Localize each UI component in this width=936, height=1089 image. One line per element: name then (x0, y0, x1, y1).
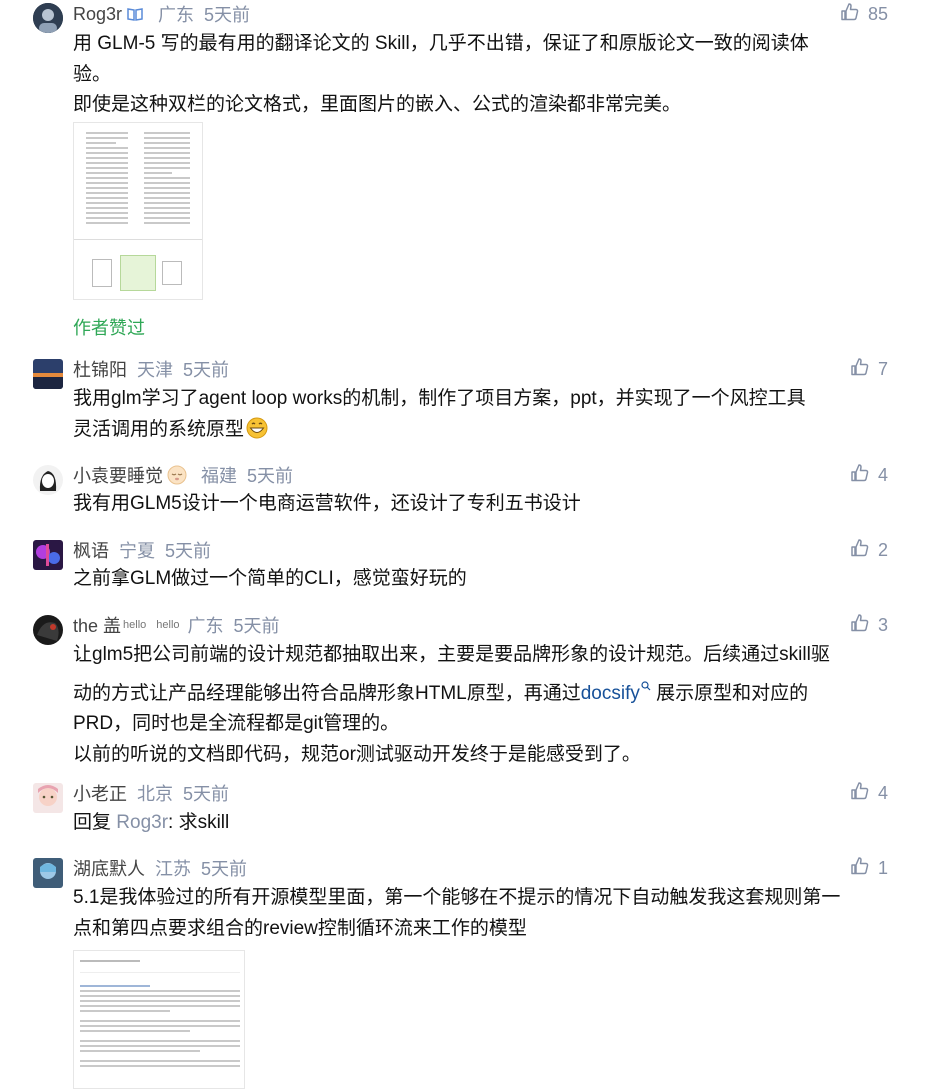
location: 江苏 (155, 859, 191, 879)
avatar[interactable] (33, 858, 63, 888)
like-count: 2 (877, 539, 888, 560)
reply-prefix: 回复 (73, 812, 117, 833)
docsify-link[interactable]: docsify (581, 683, 640, 704)
author-name[interactable]: 小老正 (73, 780, 127, 806)
like-button[interactable]: 4 (850, 779, 888, 807)
comment-line: 验。 (73, 63, 112, 85)
like-count: 3 (877, 614, 888, 635)
attached-image-document[interactable] (73, 950, 245, 1089)
reply-to-user[interactable]: Rog3r (116, 812, 168, 833)
author-name[interactable]: 湖底默人 (73, 855, 145, 881)
comment-line: 让glm5把公司前端的设计规范都抽取出来，主要是要品牌形象的设计规范。后续通过s… (73, 644, 830, 665)
location: 天津 (137, 360, 173, 380)
thumbs-up-icon (850, 781, 878, 806)
avatar[interactable] (33, 615, 63, 645)
comment-line: 以前的听说的文档即代码，规范or测试驱动开发终于是能感受到了。 (73, 743, 641, 765)
comment-text: 回复 Rog3r: 求skill (73, 808, 893, 839)
timestamp: 5天前 (183, 360, 230, 380)
search-icon (641, 671, 651, 702)
location: 广东 (187, 616, 224, 636)
location: 广东 (158, 5, 195, 25)
timestamp: 5天前 (183, 784, 230, 804)
location: 宁夏 (119, 541, 155, 561)
author-name[interactable]: the 盖 (73, 612, 121, 638)
comment-line: 即使是这种双栏的论文格式，里面图片的嵌入、公式的渲染都非常完美。 (73, 94, 682, 115)
comment-text: 之前拿GLM做过一个简单的CLI，感觉蛮好玩的 (73, 564, 893, 595)
like-count: 4 (877, 782, 888, 803)
like-button[interactable]: 1 (850, 854, 888, 882)
avatar[interactable] (33, 3, 63, 33)
like-button[interactable]: 7 (850, 355, 888, 383)
comment-meta: 小老正 北京 5天前 (73, 779, 229, 807)
grin-emoji (246, 417, 268, 450)
comment-line: 用 GLM-5 写的最有用的翻译论文的 Skill，几乎不出错，保证了和原版论文… (73, 33, 809, 54)
comment-line: 5.1是我体验过的所有开源模型里面，第一个能够在不提示的情况下自动触发我这套规则… (73, 887, 841, 908)
comment-line: PRD，同时也是全流程都是git管理的。 (73, 713, 400, 734)
like-count: 85 (867, 3, 888, 24)
timestamp: 5天前 (247, 466, 294, 486)
like-button[interactable]: 85 (840, 0, 888, 28)
comment-text: 我用glm学习了agent loop works的机制，制作了项目方案，ppt，… (73, 384, 893, 449)
timestamp: 5天前 (204, 5, 251, 25)
like-button[interactable]: 4 (850, 461, 888, 489)
thumbs-up-icon (850, 856, 878, 881)
comment-meta: the 盖 hello hello 广东 5天前 (73, 611, 280, 639)
like-count: 4 (877, 464, 888, 485)
like-count: 1 (877, 857, 888, 878)
comment-text: 我有用GLM5设计一个电商运营软件，还设计了专利五书设计 (73, 489, 893, 520)
thumbs-up-icon (850, 463, 878, 488)
comment-line: 动的方式让产品经理能够出符合品牌形象HTML原型，再通过 (73, 682, 581, 704)
thumbs-up-icon (840, 2, 868, 27)
avatar[interactable] (33, 465, 63, 495)
author-name[interactable]: 枫语 (73, 537, 109, 563)
thumbs-up-icon (850, 613, 878, 638)
avatar[interactable] (33, 540, 63, 570)
timestamp: 5天前 (201, 859, 248, 879)
comment-line: 之前拿GLM做过一个简单的CLI，感觉蛮好玩的 (73, 568, 467, 589)
comment-line: 展示原型和对应的 (650, 682, 809, 704)
avatar[interactable] (33, 783, 63, 813)
like-button[interactable]: 2 (850, 536, 888, 564)
timestamp: 5天前 (233, 616, 280, 636)
comment-line: 灵活调用的系统原型 (73, 418, 245, 440)
author-name[interactable]: 杜锦阳 (73, 356, 127, 382)
comment-text: 用 GLM-5 写的最有用的翻译论文的 Skill，几乎不出错，保证了和原版论文… (73, 29, 893, 121)
comment-line: 点和第四点要求组合的review控制循环流来工作的模型 (73, 917, 527, 939)
comment-meta: Rog3r 广东 5天前 (73, 0, 250, 28)
author-badge: hello (156, 619, 180, 631)
sleepy-emoji-icon (167, 465, 187, 485)
comment-line: 我用glm学习了agent loop works的机制，制作了项目方案，ppt，… (73, 388, 806, 409)
like-button[interactable]: 3 (850, 611, 888, 639)
location: 北京 (137, 784, 173, 804)
comment-meta: 湖底默人 江苏 5天前 (73, 854, 247, 882)
comment-line: 我有用GLM5设计一个电商运营软件，还设计了专利五书设计 (73, 493, 581, 514)
verified-book-icon (126, 5, 144, 23)
avatar[interactable] (33, 359, 63, 389)
comment-meta: 枫语 宁夏 5天前 (73, 536, 211, 564)
author-liked-badge: 作者赞过 (73, 318, 145, 338)
comment-meta: 小袁要睡觉 福建 5天前 (73, 461, 293, 489)
comment-text: 让glm5把公司前端的设计规范都抽取出来，主要是要品牌形象的设计规范。后续通过s… (73, 640, 893, 770)
author-name[interactable]: Rog3r (73, 4, 122, 25)
location: 福建 (201, 466, 237, 486)
attached-image-paper[interactable] (73, 122, 203, 300)
author-badge: hello (123, 619, 147, 631)
timestamp: 5天前 (165, 541, 212, 561)
author-name[interactable]: 小袁要睡觉 (73, 462, 163, 488)
thumbs-up-icon (850, 357, 878, 382)
comment-text: 5.1是我体验过的所有开源模型里面，第一个能够在不提示的情况下自动触发我这套规则… (73, 883, 893, 944)
thumbs-up-icon (850, 538, 878, 563)
like-count: 7 (877, 358, 888, 379)
comment-line: : 求skill (168, 812, 230, 833)
comment-meta: 杜锦阳 天津 5天前 (73, 355, 229, 383)
